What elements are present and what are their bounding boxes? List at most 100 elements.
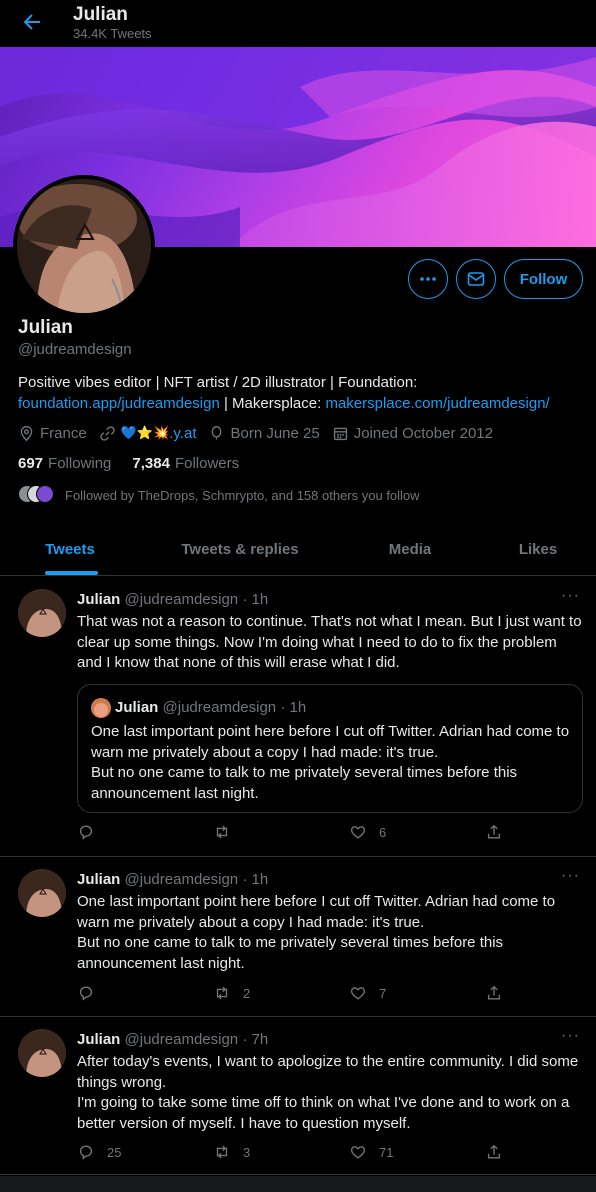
profile-name: Julian <box>18 317 73 338</box>
retweet-button[interactable]: 3 <box>213 1143 250 1161</box>
reply-button[interactable]: 25 <box>77 1143 121 1161</box>
tweet-actions: 2 7 <box>77 984 501 1004</box>
tweet-avatar[interactable] <box>18 589 66 637</box>
quote-header: Julian @judreamdesign · 1h <box>115 699 306 716</box>
followers-count: 7,384 <box>132 455 170 472</box>
profile-header-bar: Julian 34.4K Tweets <box>0 0 596 47</box>
bio-link-makersplace[interactable]: makersplace.com/judreamdesign/ <box>325 395 549 412</box>
website-link[interactable]: .y.at <box>169 425 196 442</box>
tweet[interactable]: Julian @judreamdesign · 1h ··· That was … <box>0 577 596 857</box>
message-button[interactable] <box>456 259 496 299</box>
profile-avatar[interactable] <box>13 175 155 317</box>
retweet-count: 3 <box>243 1144 251 1160</box>
reply-button[interactable] <box>77 823 107 841</box>
share-icon <box>487 824 501 839</box>
reply-icon <box>79 986 93 1001</box>
tab-likes[interactable]: Likes <box>480 524 596 575</box>
tweet-handle[interactable]: @judreamdesign <box>125 871 239 888</box>
tab-tweets[interactable]: Tweets <box>0 524 140 575</box>
following-count: 697 <box>18 455 44 472</box>
share-icon <box>487 985 501 1000</box>
like-button[interactable]: 71 <box>349 1143 393 1161</box>
profile-meta: France 💙⭐💥 .y.at Born June 25 Joined Octo… <box>18 423 505 443</box>
following-link[interactable]: 697 Following <box>18 455 111 472</box>
more-icon[interactable]: ··· <box>561 1027 580 1045</box>
reply-icon <box>79 1145 93 1160</box>
tweet[interactable]: Julian @judreamdesign · 1h ··· One last … <box>0 857 596 1017</box>
like-count: 6 <box>379 824 387 840</box>
tweet-time[interactable]: · 1h <box>242 871 268 888</box>
quote-avatar <box>91 698 111 718</box>
joined-item: Joined October 2012 <box>332 425 493 442</box>
more-dots-icon <box>420 277 436 281</box>
tweet-author[interactable]: Julian <box>77 591 120 608</box>
tweet-text: After today's events, I want to apologiz… <box>77 1053 579 1132</box>
joined-text: Joined October 2012 <box>353 424 493 442</box>
location-text: France <box>40 424 87 442</box>
more-icon[interactable]: ··· <box>561 587 580 605</box>
follow-counts: 697 Following 7,384 Followers <box>18 455 260 472</box>
followed-by-text: Followed by TheDrops, Schmrypto, and 158… <box>65 487 420 503</box>
quoted-tweet[interactable]: Julian @judreamdesign · 1h One last impo… <box>77 684 583 813</box>
tweet-count: 34.4K Tweets <box>73 26 152 41</box>
retweet-button[interactable] <box>213 823 243 841</box>
tab-tweets-replies[interactable]: Tweets & replies <box>140 524 340 575</box>
retweet-icon <box>216 1145 228 1159</box>
tweet-header: Julian @judreamdesign · 1h <box>77 591 268 608</box>
tweet-actions: 25 3 71 <box>77 1143 501 1163</box>
tweet-handle[interactable]: @judreamdesign <box>125 1031 239 1048</box>
location-item: France <box>18 425 87 442</box>
bio-separator: | Makersplace: <box>219 395 326 412</box>
heart-icon <box>350 987 366 1000</box>
share-button[interactable] <box>485 984 515 1002</box>
tweet-actions: 6 <box>77 823 501 843</box>
location-pin-icon <box>20 425 33 441</box>
website-emoji[interactable]: 💙⭐💥 <box>121 425 170 441</box>
profile-bio: Positive vibes editor | NFT artist / 2D … <box>18 372 578 414</box>
tab-media[interactable]: Media <box>340 524 480 575</box>
share-button[interactable] <box>485 1143 515 1161</box>
tweet-header: Julian @judreamdesign · 7h <box>77 1031 268 1048</box>
share-button[interactable] <box>485 823 515 841</box>
tweet-author[interactable]: Julian <box>77 1031 120 1048</box>
tweet-time[interactable]: · 7h <box>242 1031 268 1048</box>
like-button[interactable]: 6 <box>349 823 386 841</box>
bio-text: Positive vibes editor | NFT artist / 2D … <box>18 374 418 391</box>
heart-icon <box>350 1146 366 1159</box>
retweet-icon <box>216 986 228 1000</box>
tweet-avatar[interactable] <box>18 869 66 917</box>
followers-link[interactable]: 7,384 Followers <box>132 455 239 472</box>
tweet-time[interactable]: · 1h <box>242 591 268 608</box>
tweet[interactable]: Julian @judreamdesign · 7h ··· After tod… <box>0 1017 596 1175</box>
tweet-text: One last important point here before I c… <box>77 893 556 972</box>
like-count: 7 <box>379 985 387 1001</box>
share-icon <box>487 1144 501 1159</box>
quote-time: · 1h <box>280 699 307 716</box>
retweet-count: 2 <box>243 985 251 1001</box>
reply-button[interactable] <box>77 984 107 1002</box>
more-icon[interactable]: ··· <box>561 867 580 885</box>
like-button[interactable]: 7 <box>349 984 386 1002</box>
tweet-header: Julian @judreamdesign · 1h <box>77 871 268 888</box>
balloon-icon <box>212 425 222 439</box>
followers-label: Followers <box>174 455 240 472</box>
reply-count: 25 <box>107 1144 122 1160</box>
bottom-strip <box>0 1176 596 1192</box>
birthday-text: Born June 25 <box>230 424 320 442</box>
website-item[interactable]: 💙⭐💥 .y.at <box>99 425 196 442</box>
tweet-handle[interactable]: @judreamdesign <box>125 591 239 608</box>
profile-handle: @judreamdesign <box>18 341 132 358</box>
tweet-author[interactable]: Julian <box>77 871 120 888</box>
tweet-avatar[interactable] <box>18 1029 66 1077</box>
profile-tabs: Tweets Tweets & replies Media Likes <box>0 524 596 576</box>
follow-button[interactable]: Follow <box>504 259 583 299</box>
envelope-icon <box>467 272 485 286</box>
back-arrow-icon[interactable] <box>20 10 44 34</box>
followed-by[interactable]: Followed by TheDrops, Schmrypto, and 158… <box>18 485 420 505</box>
retweet-button[interactable]: 2 <box>213 984 250 1002</box>
bio-link-foundation[interactable]: foundation.app/judreamdesign <box>18 395 220 412</box>
heart-icon <box>350 826 366 839</box>
following-label: Following <box>48 455 112 472</box>
follower-avatars <box>18 485 54 505</box>
more-options-button[interactable] <box>408 259 448 299</box>
